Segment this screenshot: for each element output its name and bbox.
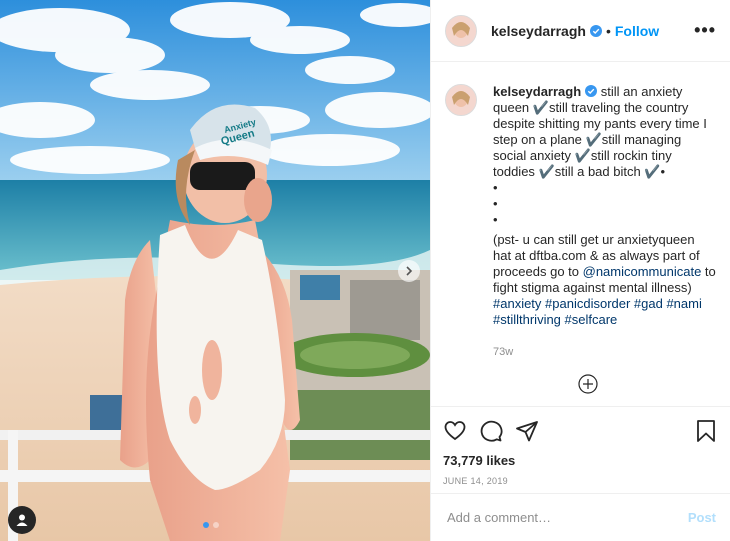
username-link[interactable]: kelseydarragh	[491, 23, 586, 39]
caption-bullet: •	[493, 180, 498, 195]
avatar[interactable]	[445, 14, 477, 47]
caption-avatar[interactable]	[445, 84, 477, 116]
share-icon[interactable]	[515, 419, 539, 443]
comment-icon[interactable]	[479, 419, 503, 443]
avatar-image	[446, 85, 476, 115]
carousel-indicator	[203, 522, 219, 528]
likes-count[interactable]: 73,779 likes	[443, 453, 718, 468]
verified-icon	[589, 24, 602, 37]
caption-bullet: •	[493, 196, 498, 211]
hashtags-links[interactable]: #anxiety #panicdisorder #gad #nami #stil…	[493, 296, 702, 327]
post-side-panel: kelseydarragh • Follow ••• kelseydarragh…	[430, 0, 730, 541]
comment-input[interactable]	[445, 509, 688, 526]
avatar-image	[446, 15, 476, 46]
add-comment-bar: Post	[431, 493, 730, 541]
heart-icon[interactable]	[443, 419, 467, 443]
post-comment-button[interactable]: Post	[688, 510, 716, 525]
post-actions: 73,779 likes JUNE 14, 2019	[431, 406, 730, 486]
carousel-dot-2	[213, 522, 219, 528]
beach-photo-illustration: Anxiety Queen	[0, 0, 430, 541]
caption-text: kelseydarragh still an anxiety queen ✔️s…	[493, 84, 716, 360]
more-options-button[interactable]: •••	[694, 20, 716, 41]
next-arrow-icon	[406, 266, 413, 276]
user-tag-icon	[16, 514, 28, 526]
bookmark-icon[interactable]	[694, 419, 718, 443]
separator-dot: •	[605, 22, 611, 39]
user-tags-button[interactable]	[8, 506, 36, 534]
post-photo[interactable]: Anxiety Queen	[0, 0, 430, 541]
caption-row: kelseydarragh still an anxiety queen ✔️s…	[445, 84, 716, 360]
caption-username[interactable]: kelseydarragh	[493, 84, 581, 99]
follow-button[interactable]: Follow	[615, 23, 659, 39]
next-photo-button[interactable]	[398, 260, 420, 282]
caption-time-ago[interactable]: 73w	[493, 344, 716, 360]
carousel-dot-1	[203, 522, 209, 528]
caption-bullet: •	[493, 212, 498, 227]
post-date[interactable]: JUNE 14, 2019	[443, 476, 718, 486]
action-icons-row	[443, 417, 718, 445]
post-header: kelseydarragh • Follow •••	[431, 0, 730, 62]
load-more-icon[interactable]	[578, 374, 598, 394]
mention-link[interactable]: @namicommunicate	[583, 264, 702, 279]
comments-section: kelseydarragh still an anxiety queen ✔️s…	[431, 62, 730, 406]
verified-icon	[585, 85, 598, 97]
